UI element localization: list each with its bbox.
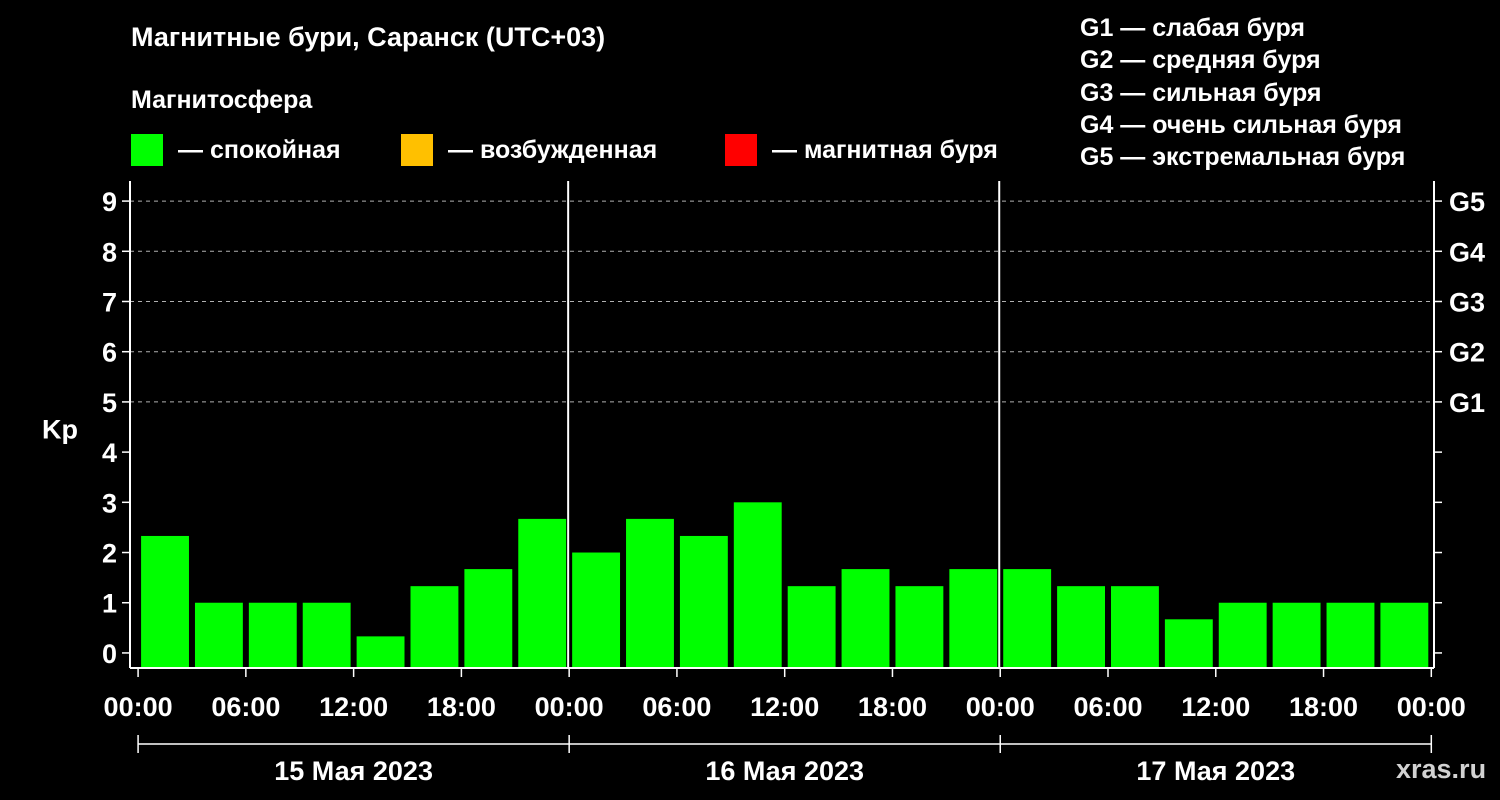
x-tick-label: 00:00	[104, 692, 173, 722]
x-tick-label: 06:00	[211, 692, 280, 722]
x-tick-label: 00:00	[966, 692, 1035, 722]
g-scale-label: G1	[1449, 388, 1485, 418]
bar	[1272, 602, 1321, 668]
day-label: 16 Мая 2023	[705, 756, 864, 786]
y-tick-label: 3	[102, 488, 117, 518]
y-tick-label: 7	[102, 287, 117, 317]
g-scale-label: G3	[1449, 287, 1485, 317]
bar	[733, 502, 782, 668]
x-tick-label: 18:00	[427, 692, 496, 722]
kp-bar-chart: 0 1 2 3 4 5 6 7 8 9 G1 G2 G3 G4 G5 Kp 00:00 06:00 12:00 18:…	[42, 181, 1485, 786]
bar	[141, 535, 189, 668]
y-tick-label: 6	[102, 338, 117, 368]
x-tick-label: 18:00	[858, 692, 927, 722]
bar	[841, 569, 890, 668]
x-tick-label: 00:00	[1397, 692, 1466, 722]
y-tick-label: 2	[102, 539, 117, 569]
x-tick-label: 00:00	[535, 692, 604, 722]
bar	[1326, 602, 1375, 668]
x-tick-label: 06:00	[642, 692, 711, 722]
bar	[679, 535, 728, 668]
bar	[518, 518, 567, 668]
bar	[1218, 602, 1267, 668]
watermark: xras.ru	[1396, 754, 1487, 784]
bar	[949, 569, 998, 668]
bar	[1057, 586, 1105, 668]
bar	[248, 602, 297, 668]
y-tick-label: 1	[102, 589, 117, 619]
bar	[1164, 619, 1213, 668]
bar	[1003, 569, 1052, 668]
x-tick-label: 06:00	[1073, 692, 1142, 722]
x-tick-label: 12:00	[1181, 692, 1250, 722]
y-tick-label: 0	[102, 639, 117, 669]
x-tick-label: 18:00	[1289, 692, 1358, 722]
y-tick-label: 8	[102, 237, 117, 267]
x-tick-label: 12:00	[319, 692, 388, 722]
g-scale-label: G4	[1449, 237, 1485, 267]
g-scale-label: G5	[1449, 187, 1485, 217]
bar	[572, 552, 621, 668]
day-label: 17 Мая 2023	[1136, 756, 1295, 786]
bar	[302, 602, 351, 668]
bar	[895, 586, 944, 668]
bar	[787, 586, 836, 668]
g-scale-label: G2	[1449, 338, 1485, 368]
y-tick-label: 9	[102, 187, 117, 217]
y-tick-label: 5	[102, 388, 117, 418]
y-tick-label: 4	[102, 438, 117, 468]
bar	[1380, 602, 1429, 668]
bar	[194, 602, 243, 668]
y-axis-label: Kp	[42, 415, 78, 445]
bar	[356, 636, 405, 668]
bar	[626, 518, 674, 668]
bar	[1111, 586, 1159, 668]
bar	[410, 586, 459, 668]
day-label: 15 Мая 2023	[274, 756, 433, 786]
x-tick-label: 12:00	[750, 692, 819, 722]
bar	[464, 569, 513, 668]
